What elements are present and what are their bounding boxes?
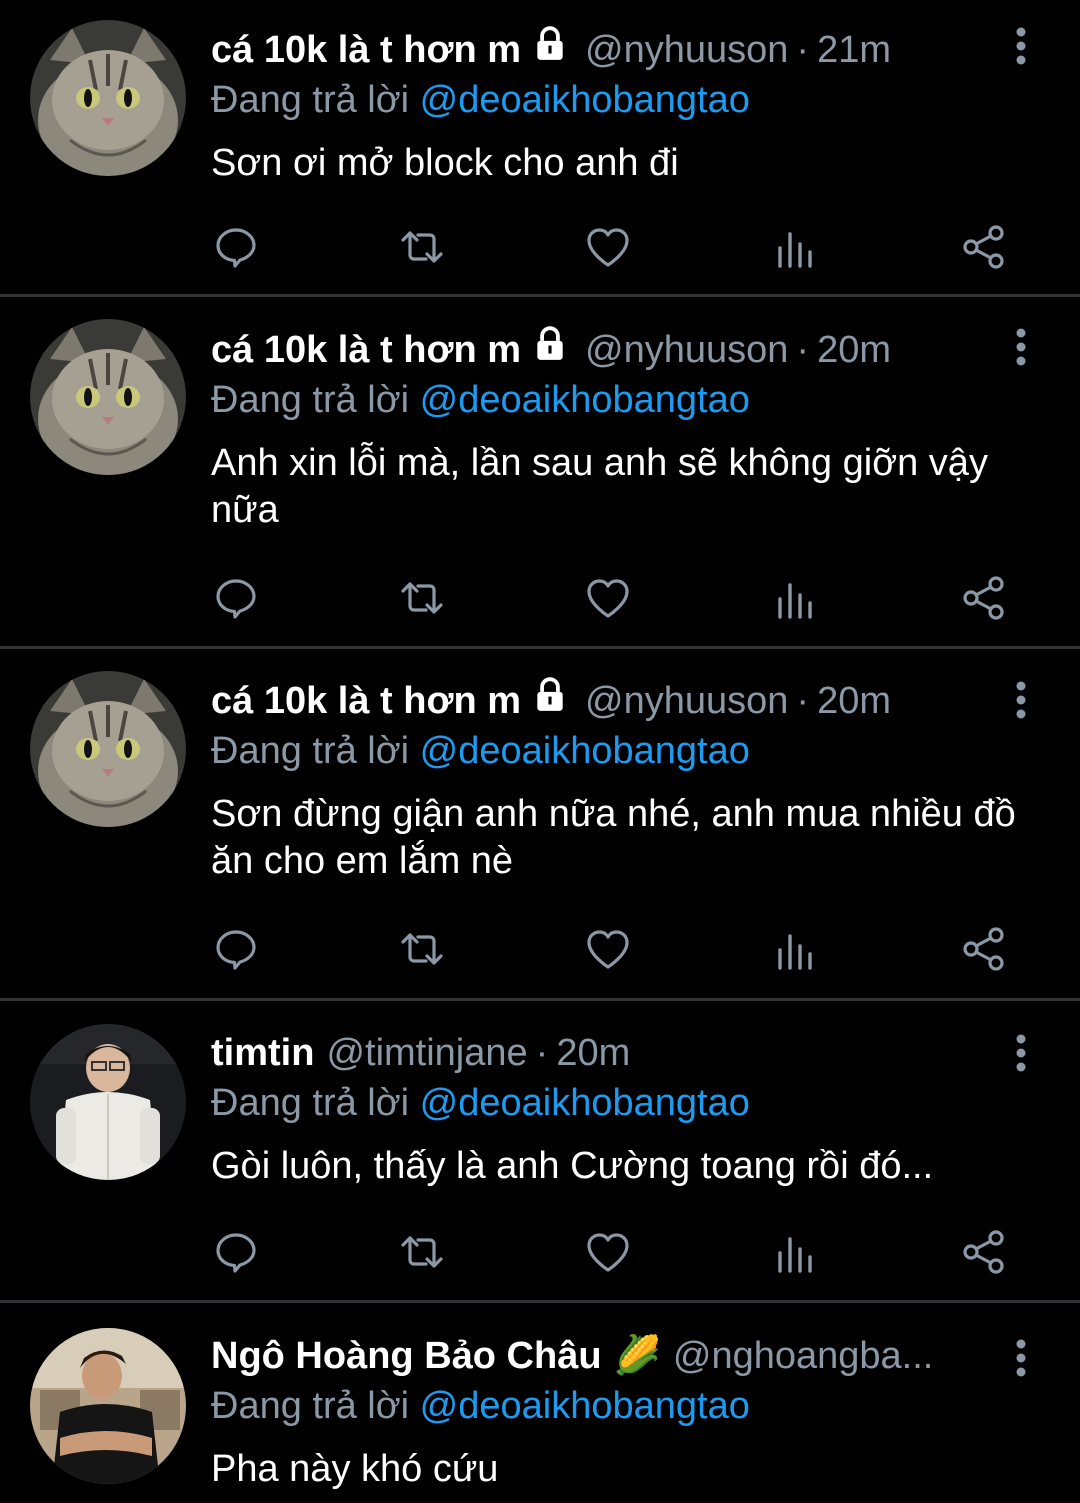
reply-mention-link[interactable]: @deoaikhobangtao <box>420 1082 750 1124</box>
timestamp[interactable]: 21m <box>817 26 891 74</box>
corn-emoji-icon: 🌽 <box>613 1335 661 1377</box>
reply-prefix: Đang trả lời <box>211 379 410 421</box>
lock-icon <box>531 325 569 375</box>
display-name[interactable]: Ngô Hoàng Bảo Châu <box>211 1332 602 1380</box>
reply-prefix: Đang trả lời <box>211 730 410 772</box>
avatar[interactable] <box>30 1024 186 1180</box>
share-icon[interactable] <box>959 573 1009 623</box>
more-options-icon[interactable] <box>1008 26 1034 66</box>
more-options-icon[interactable] <box>1008 327 1034 367</box>
reply-prefix: Đang trả lời <box>211 1385 410 1427</box>
retweet-icon[interactable] <box>397 924 447 974</box>
analytics-icon[interactable] <box>771 1227 821 1277</box>
more-options-icon[interactable] <box>1008 1338 1034 1378</box>
share-icon[interactable] <box>959 1227 1009 1277</box>
cat-avatar-image <box>30 319 186 475</box>
reply-icon[interactable] <box>211 222 261 272</box>
avatar[interactable] <box>30 319 186 475</box>
tweet-text: Pha này khó cứu <box>211 1448 499 1490</box>
avatar[interactable] <box>30 20 186 176</box>
user-handle[interactable]: @nyhuuson <box>585 26 788 74</box>
analytics-icon[interactable] <box>771 924 821 974</box>
tweet[interactable]: Ngô Hoàng Bảo Châu 🌽 @nghoangba... Đang … <box>0 1303 1080 1503</box>
display-name[interactable]: cá 10k là t hơn m <box>211 26 521 74</box>
tweet-text: Anh xin lỗi mà, lần sau anh sẽ không giỡ… <box>211 442 988 531</box>
display-name[interactable]: cá 10k là t hơn m <box>211 326 521 374</box>
tweet-text: Gòi luôn, thấy là anh Cường toang rồi đó… <box>211 1145 934 1187</box>
tweet-text: Sơn ơi mở block cho anh đi <box>211 142 679 184</box>
avatar[interactable] <box>30 671 186 827</box>
reply-icon[interactable] <box>211 573 261 623</box>
tweet[interactable]: cá 10k là t hơn m @nyhuuson · 20m Đang t… <box>0 649 1080 1001</box>
like-icon[interactable] <box>583 924 633 974</box>
reply-icon[interactable] <box>211 924 261 974</box>
person-white-shirt-avatar-image <box>30 1024 186 1180</box>
tweet-actions <box>211 222 1020 272</box>
retweet-icon[interactable] <box>397 1227 447 1277</box>
separator-dot: · <box>796 329 810 371</box>
timestamp[interactable]: 20m <box>556 1029 630 1077</box>
display-name[interactable]: cá 10k là t hơn m <box>211 677 521 725</box>
separator-dot: · <box>535 1032 549 1074</box>
user-handle[interactable]: @nghoangba... <box>673 1332 933 1380</box>
tweet[interactable]: timtin @timtinjane · 20m Đang trả lời @d… <box>0 1001 1080 1303</box>
analytics-icon[interactable] <box>771 573 821 623</box>
timestamp[interactable]: 20m <box>817 326 891 374</box>
separator-dot: · <box>796 680 810 722</box>
more-options-icon[interactable] <box>1008 680 1034 720</box>
user-handle[interactable]: @nyhuuson <box>585 677 788 725</box>
reply-context: Đang trả lời @deoaikhobangtao <box>211 727 1080 775</box>
retweet-icon[interactable] <box>397 573 447 623</box>
tweet-actions <box>211 1227 1020 1277</box>
display-name[interactable]: timtin <box>211 1029 314 1077</box>
reply-mention-link[interactable]: @deoaikhobangtao <box>420 79 750 121</box>
analytics-icon[interactable] <box>771 222 821 272</box>
tweet[interactable]: cá 10k là t hơn m @nyhuuson · 20m Đang t… <box>0 297 1080 649</box>
avatar[interactable] <box>30 1328 186 1484</box>
share-icon[interactable] <box>959 924 1009 974</box>
like-icon[interactable] <box>583 1227 633 1277</box>
cat-avatar-image <box>30 20 186 176</box>
reply-mention-link[interactable]: @deoaikhobangtao <box>420 730 750 772</box>
reply-context: Đang trả lời @deoaikhobangtao <box>211 76 1080 124</box>
reply-mention-link[interactable]: @deoaikhobangtao <box>420 379 750 421</box>
reply-context: Đang trả lời @deoaikhobangtao <box>211 1382 1080 1430</box>
reply-context: Đang trả lời @deoaikhobangtao <box>211 376 1080 424</box>
reply-context: Đang trả lời @deoaikhobangtao <box>211 1079 1080 1127</box>
like-icon[interactable] <box>583 573 633 623</box>
tweet-actions <box>211 573 1020 623</box>
cat-avatar-image <box>30 671 186 827</box>
separator-dot: · <box>796 29 810 71</box>
more-options-icon[interactable] <box>1008 1033 1034 1073</box>
user-handle[interactable]: @nyhuuson <box>585 326 788 374</box>
like-icon[interactable] <box>583 222 633 272</box>
tweet-text: Sơn đừng giận anh nữa nhé, anh mua nhiều… <box>211 793 1016 882</box>
reply-mention-link[interactable]: @deoaikhobangtao <box>420 1385 750 1427</box>
tweet-actions <box>211 924 1020 974</box>
reply-icon[interactable] <box>211 1227 261 1277</box>
tweet[interactable]: cá 10k là t hơn m @nyhuuson · 21m Đang t… <box>0 0 1080 297</box>
reply-prefix: Đang trả lời <box>211 1082 410 1124</box>
share-icon[interactable] <box>959 222 1009 272</box>
lock-icon <box>531 25 569 75</box>
lock-icon <box>531 676 569 726</box>
reply-prefix: Đang trả lời <box>211 79 410 121</box>
person-black-shirt-avatar-image <box>30 1328 186 1484</box>
retweet-icon[interactable] <box>397 222 447 272</box>
timestamp[interactable]: 20m <box>817 677 891 725</box>
user-handle[interactable]: @timtinjane <box>326 1029 527 1077</box>
